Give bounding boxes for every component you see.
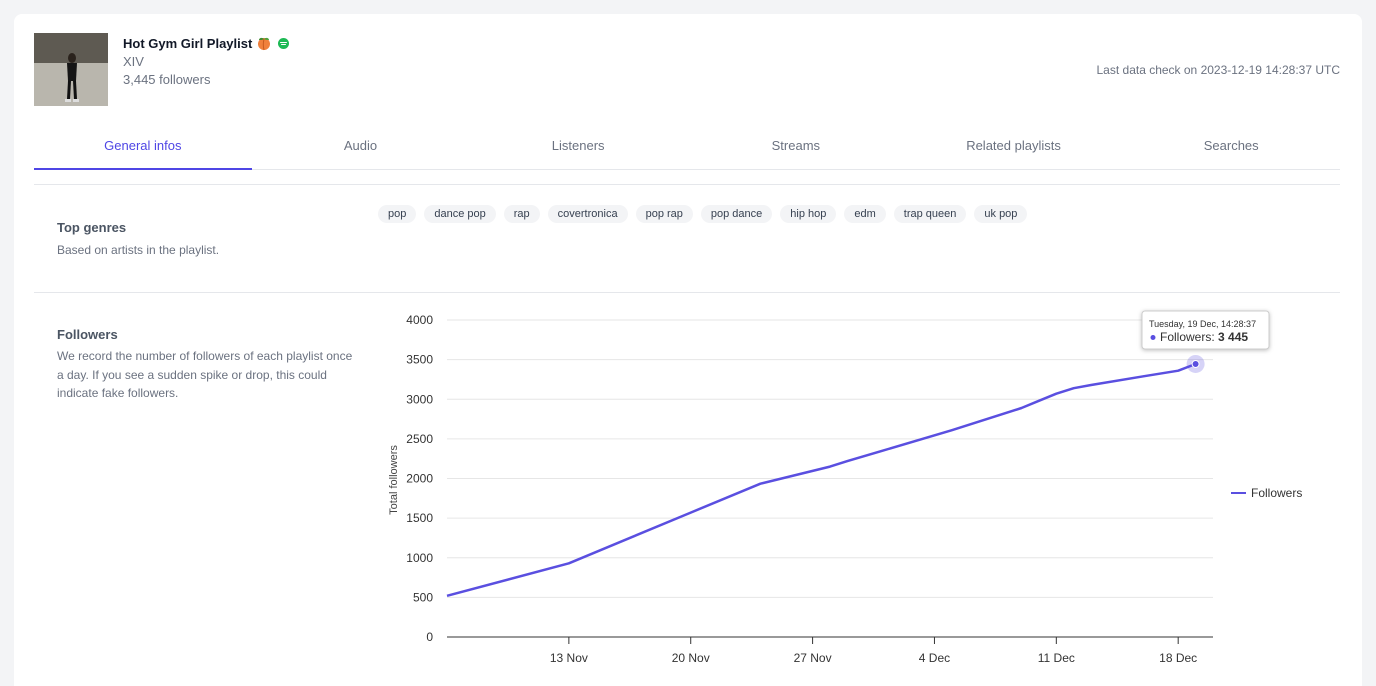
x-tick-label: 13 Nov — [550, 651, 588, 665]
x-tick-label: 20 Nov — [672, 651, 710, 665]
chart-grid — [447, 319, 1213, 638]
y-tick-label: 3500 — [406, 353, 433, 367]
x-tick-label: 11 Dec — [1038, 651, 1075, 665]
tooltip-dot — [1150, 335, 1156, 340]
y-tick-label: 4000 — [406, 313, 433, 327]
legend-label[interactable]: Followers — [1251, 486, 1302, 500]
data-point[interactable] — [1191, 359, 1200, 368]
x-tick-label: 27 Nov — [794, 651, 832, 665]
y-tick-label: 1500 — [406, 511, 433, 525]
y-tick-label: 0 — [426, 630, 433, 644]
y-tick-label: 2500 — [406, 432, 433, 446]
y-tick-label: 1000 — [406, 551, 433, 565]
x-axis-ticks: 13 Nov 20 Nov 27 Nov 4 Dec 11 Dec 18 Dec — [550, 637, 1197, 665]
x-tick-label: 18 Dec — [1159, 651, 1197, 665]
y-axis-ticks: 0 500 1000 1500 2000 2500 3000 3500 4000 — [406, 313, 433, 644]
y-tick-label: 3000 — [406, 392, 433, 406]
y-axis-title: Total followers — [388, 445, 400, 515]
chart-tooltip: Tuesday, 19 Dec, 14:28:37 Followers: 3 4… — [1141, 310, 1270, 350]
tooltip-text: Followers: 3 445 — [1160, 330, 1248, 344]
followers-chart[interactable]: 0 500 1000 1500 2000 2500 3000 3500 4000 13 Nov 2… — [0, 0, 1376, 686]
tooltip-date: Tuesday, 19 Dec, 14:28:37 — [1149, 319, 1256, 329]
chart-legend[interactable]: Followers — [1231, 486, 1302, 500]
tooltip-value: 3 445 — [1218, 330, 1248, 344]
tooltip-label: Followers: — [1160, 330, 1218, 344]
x-tick-label: 4 Dec — [919, 651, 950, 665]
y-tick-label: 2000 — [406, 472, 433, 486]
hover-marker — [1186, 354, 1205, 373]
y-tick-label: 500 — [413, 590, 433, 604]
